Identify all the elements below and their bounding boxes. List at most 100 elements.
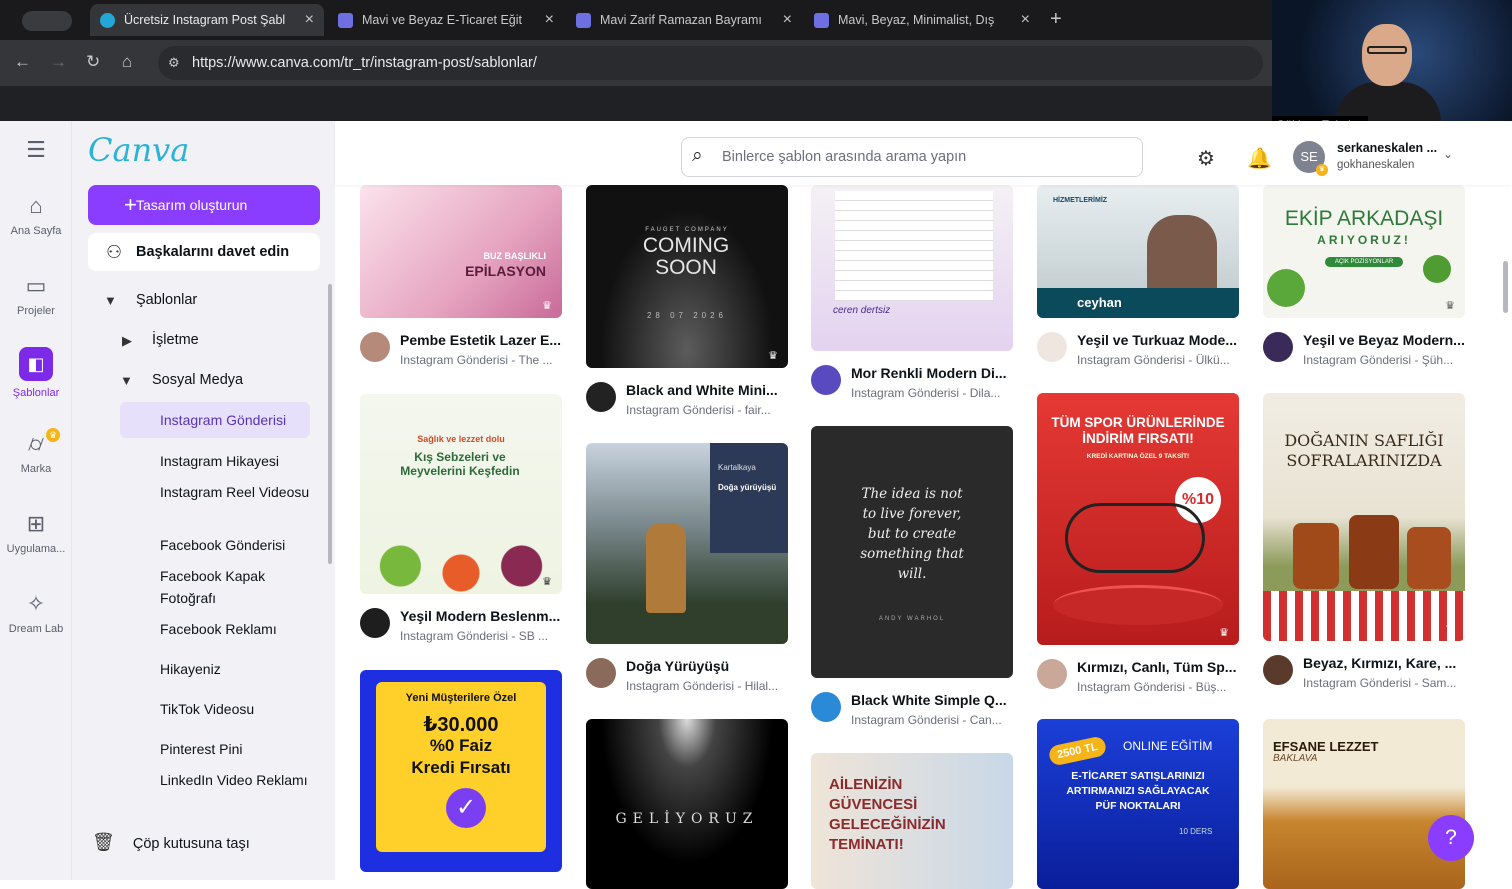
template-card[interactable]: Sağlık ve lezzet dolu Kış Sebzeleri ve M… — [360, 394, 562, 646]
browser-tab-3[interactable]: Mavi Zarif Ramazan Bayramı × — [566, 4, 802, 36]
home-browser-icon[interactable]: ⌂ — [122, 52, 132, 72]
template-meta: Pembe Estetik Lazer E... Instagram Gönde… — [360, 324, 562, 370]
sub-item-facebook-post[interactable]: Facebook Gönderisi — [160, 534, 320, 556]
chevron-right-icon[interactable]: ▶ — [122, 333, 132, 349]
rail-item-templates[interactable]: ◧ Şablonlar — [0, 347, 72, 399]
template-card[interactable]: Kartalkaya Doğa yürüyüşü Doğa Yürüyüşü I… — [586, 443, 788, 696]
sub-item-instagram-story[interactable]: Instagram Hikayesi — [160, 450, 320, 472]
chevron-down-icon[interactable]: ▼ — [120, 373, 133, 388]
thumb-text: Yeni Müşterilere Özel — [405, 692, 517, 704]
template-thumbnail[interactable]: TÜM SPOR ÜRÜNLERİNDE İNDİRİM FIRSATI! KR… — [1037, 393, 1239, 645]
browser-tab-4[interactable]: Mavi, Beyaz, Minimalist, Dış × — [804, 4, 1040, 36]
template-subtitle: Instagram Gönderisi - Şüh... — [1303, 353, 1454, 367]
template-card[interactable]: ceren dertsiz Mor Renkli Modern Di... In… — [811, 185, 1013, 403]
close-tab-icon[interactable]: × — [1021, 11, 1030, 29]
template-subtitle: Instagram Gönderisi - fair... — [626, 403, 771, 417]
new-tab-icon[interactable]: + — [1050, 8, 1062, 31]
sub-item-pinterest-pin[interactable]: Pinterest Pini — [160, 738, 320, 760]
canva-logo[interactable]: Canva — [88, 131, 189, 169]
template-thumbnail[interactable]: EKİP ARKADAŞI ARIYORUZ! AÇIK POZİSYONLAR… — [1263, 185, 1465, 318]
template-thumbnail[interactable]: EFSANE LEZZET BAKLAVA — [1263, 719, 1465, 889]
thumb-text: ceren dertsiz — [833, 305, 891, 316]
template-card[interactable]: GELİYORUZ — [586, 719, 788, 889]
url-bar[interactable]: ⚙ https://www.canva.com/tr_tr/instagram-… — [158, 46, 1263, 80]
rail-item-dream-lab[interactable]: ✧ Dream Lab — [0, 591, 72, 635]
tree-item-templates[interactable]: Şablonlar — [136, 292, 197, 308]
thumb-text: %0 Faiz — [429, 736, 493, 755]
rail-item-projects[interactable]: ▭ Projeler — [0, 273, 72, 317]
template-thumbnail[interactable]: Sağlık ve lezzet dolu Kış Sebzeleri ve M… — [360, 394, 562, 594]
browser-tab-2[interactable]: Mavi ve Beyaz E-Ticaret Eğit × — [328, 4, 564, 36]
main-content: ⌕ Binlerce şablon arasında arama yapın ⚙… — [335, 121, 1512, 889]
template-thumbnail[interactable]: AİLENİZİN GÜVENCESİ GELECEĞİNİZİN TEMİNA… — [811, 753, 1013, 889]
search-input[interactable]: ⌕ Binlerce şablon arasında arama yapın — [681, 137, 1143, 177]
rail-item-brand[interactable]: ⌭ ♛ Marka — [0, 428, 72, 475]
close-tab-icon[interactable]: × — [545, 11, 554, 29]
template-card[interactable]: DOĞANIN SAFLIĞI SOFRALARINIZDA ♛ Beyaz, … — [1263, 393, 1465, 693]
close-tab-icon[interactable]: × — [305, 11, 314, 29]
rail-label: Uygulama... — [6, 543, 66, 555]
account-name[interactable]: serkaneskalen ... — [1337, 141, 1437, 155]
create-design-button[interactable]: + Tasarım oluşturun — [88, 185, 320, 225]
tree-item-social-media[interactable]: Sosyal Medya — [152, 372, 243, 388]
forward-icon[interactable]: → — [50, 52, 67, 72]
template-thumbnail[interactable]: Yeni Müşterilere Özel ₺30.000 %0 Faiz Kr… — [360, 670, 562, 872]
sub-item-your-story[interactable]: Hikayeniz — [160, 658, 320, 680]
template-thumbnail[interactable]: 2500 TL ONLINE EĞİTİM E-TİCARET SATIŞLAR… — [1037, 719, 1239, 889]
close-tab-icon[interactable]: × — [783, 11, 792, 29]
template-thumbnail[interactable]: DOĞANIN SAFLIĞI SOFRALARINIZDA ♛ — [1263, 393, 1465, 641]
template-card[interactable]: BUZ BAŞLIKLI EPİLASYON ♛ Pembe Estetik L… — [360, 185, 562, 370]
thumb-text: EKİP ARKADAŞI — [1284, 207, 1444, 230]
rail-item-home[interactable]: ⌂ Ana Sayfa — [0, 193, 72, 237]
sub-item-tiktok-video[interactable]: TikTok Videosu — [160, 698, 320, 720]
sub-item-facebook-ad[interactable]: Facebook Reklamı — [160, 618, 320, 640]
chevron-down-icon[interactable]: ⌄ — [1443, 147, 1453, 161]
creator-avatar — [811, 692, 841, 722]
sub-item-instagram-reel[interactable]: Instagram Reel Videosu — [160, 481, 320, 503]
template-card[interactable]: EFSANE LEZZET BAKLAVA — [1263, 719, 1465, 889]
site-settings-icon[interactable]: ⚙ — [168, 46, 180, 80]
sub-item-facebook-cover[interactable]: Facebook Kapak Fotoğrafı — [160, 565, 320, 609]
hamburger-icon[interactable]: ☰ — [23, 137, 49, 163]
tree-item-business[interactable]: İşletme — [152, 332, 199, 348]
rail-item-apps[interactable]: ⊞ Uygulama... — [0, 511, 72, 555]
checkered-tablecloth — [1263, 591, 1465, 641]
thumb-text: Sağlık ve lezzet dolu — [417, 434, 505, 444]
template-meta: Yeşil ve Turkuaz Mode... Instagram Gönde… — [1037, 324, 1239, 370]
invite-others-button[interactable]: ⚇ Başkalarını davet edin — [88, 233, 320, 271]
template-thumbnail[interactable]: HİZMETLERİMİZ ceyhan — [1037, 185, 1239, 318]
template-card[interactable]: The idea is not to live forever, but to … — [811, 426, 1013, 730]
template-thumbnail[interactable]: GELİYORUZ — [586, 719, 788, 889]
settings-gear-icon[interactable]: ⚙ — [1197, 146, 1215, 171]
template-subtitle: Instagram Gönderisi - Hilal... — [626, 679, 779, 693]
tab-group-pill[interactable] — [22, 11, 72, 31]
template-card[interactable]: FAUGET COMPANY COMING SOON 28 07 2026 ♛ … — [586, 185, 788, 420]
chevron-down-icon[interactable]: ▼ — [104, 293, 117, 308]
thumb-text: Kartalkaya — [718, 463, 756, 472]
sub-item-linkedin-video-ad[interactable]: LinkedIn Video Reklamı — [160, 769, 320, 791]
sub-item-instagram-post[interactable]: Instagram Gönderisi — [120, 402, 310, 438]
template-thumbnail[interactable]: The idea is not to live forever, but to … — [811, 426, 1013, 678]
template-card[interactable]: 2500 TL ONLINE EĞİTİM E-TİCARET SATIŞLAR… — [1037, 719, 1239, 889]
menu-toggle[interactable]: ☰ — [0, 137, 72, 169]
creator-avatar — [360, 608, 390, 638]
move-to-trash-button[interactable]: 🗑 Çöp kutusuna taşı — [92, 832, 250, 853]
browser-tab-1[interactable]: Ücretsiz Instagram Post Şabl × — [90, 4, 324, 36]
template-card[interactable]: Yeni Müşterilere Özel ₺30.000 %0 Faiz Kr… — [360, 670, 562, 872]
template-thumbnail[interactable]: FAUGET COMPANY COMING SOON 28 07 2026 ♛ — [586, 185, 788, 368]
template-card[interactable]: EKİP ARKADAŞI ARIYORUZ! AÇIK POZİSYONLAR… — [1263, 185, 1465, 370]
sidebar-scrollbar[interactable] — [328, 284, 332, 564]
avatar[interactable]: SE ♛ — [1293, 141, 1328, 176]
main-scrollbar[interactable] — [1503, 261, 1508, 313]
notifications-bell-icon[interactable]: 🔔 — [1247, 146, 1272, 171]
template-thumbnail[interactable]: BUZ BAŞLIKLI EPİLASYON ♛ — [360, 185, 562, 318]
reload-icon[interactable]: ↻ — [86, 52, 100, 72]
template-card[interactable]: HİZMETLERİMİZ ceyhan Yeşil ve Turkuaz Mo… — [1037, 185, 1239, 370]
template-card[interactable]: AİLENİZİN GÜVENCESİ GELECEĞİNİZİN TEMİNA… — [811, 753, 1013, 889]
back-icon[interactable]: ← — [14, 52, 31, 72]
template-card[interactable]: TÜM SPOR ÜRÜNLERİNDE İNDİRİM FIRSATI! KR… — [1037, 393, 1239, 697]
help-button[interactable]: ? — [1428, 815, 1474, 861]
premium-crown-icon: ♛ — [1445, 623, 1455, 635]
template-thumbnail[interactable]: ceren dertsiz — [811, 185, 1013, 351]
template-thumbnail[interactable]: Kartalkaya Doğa yürüyüşü — [586, 443, 788, 644]
